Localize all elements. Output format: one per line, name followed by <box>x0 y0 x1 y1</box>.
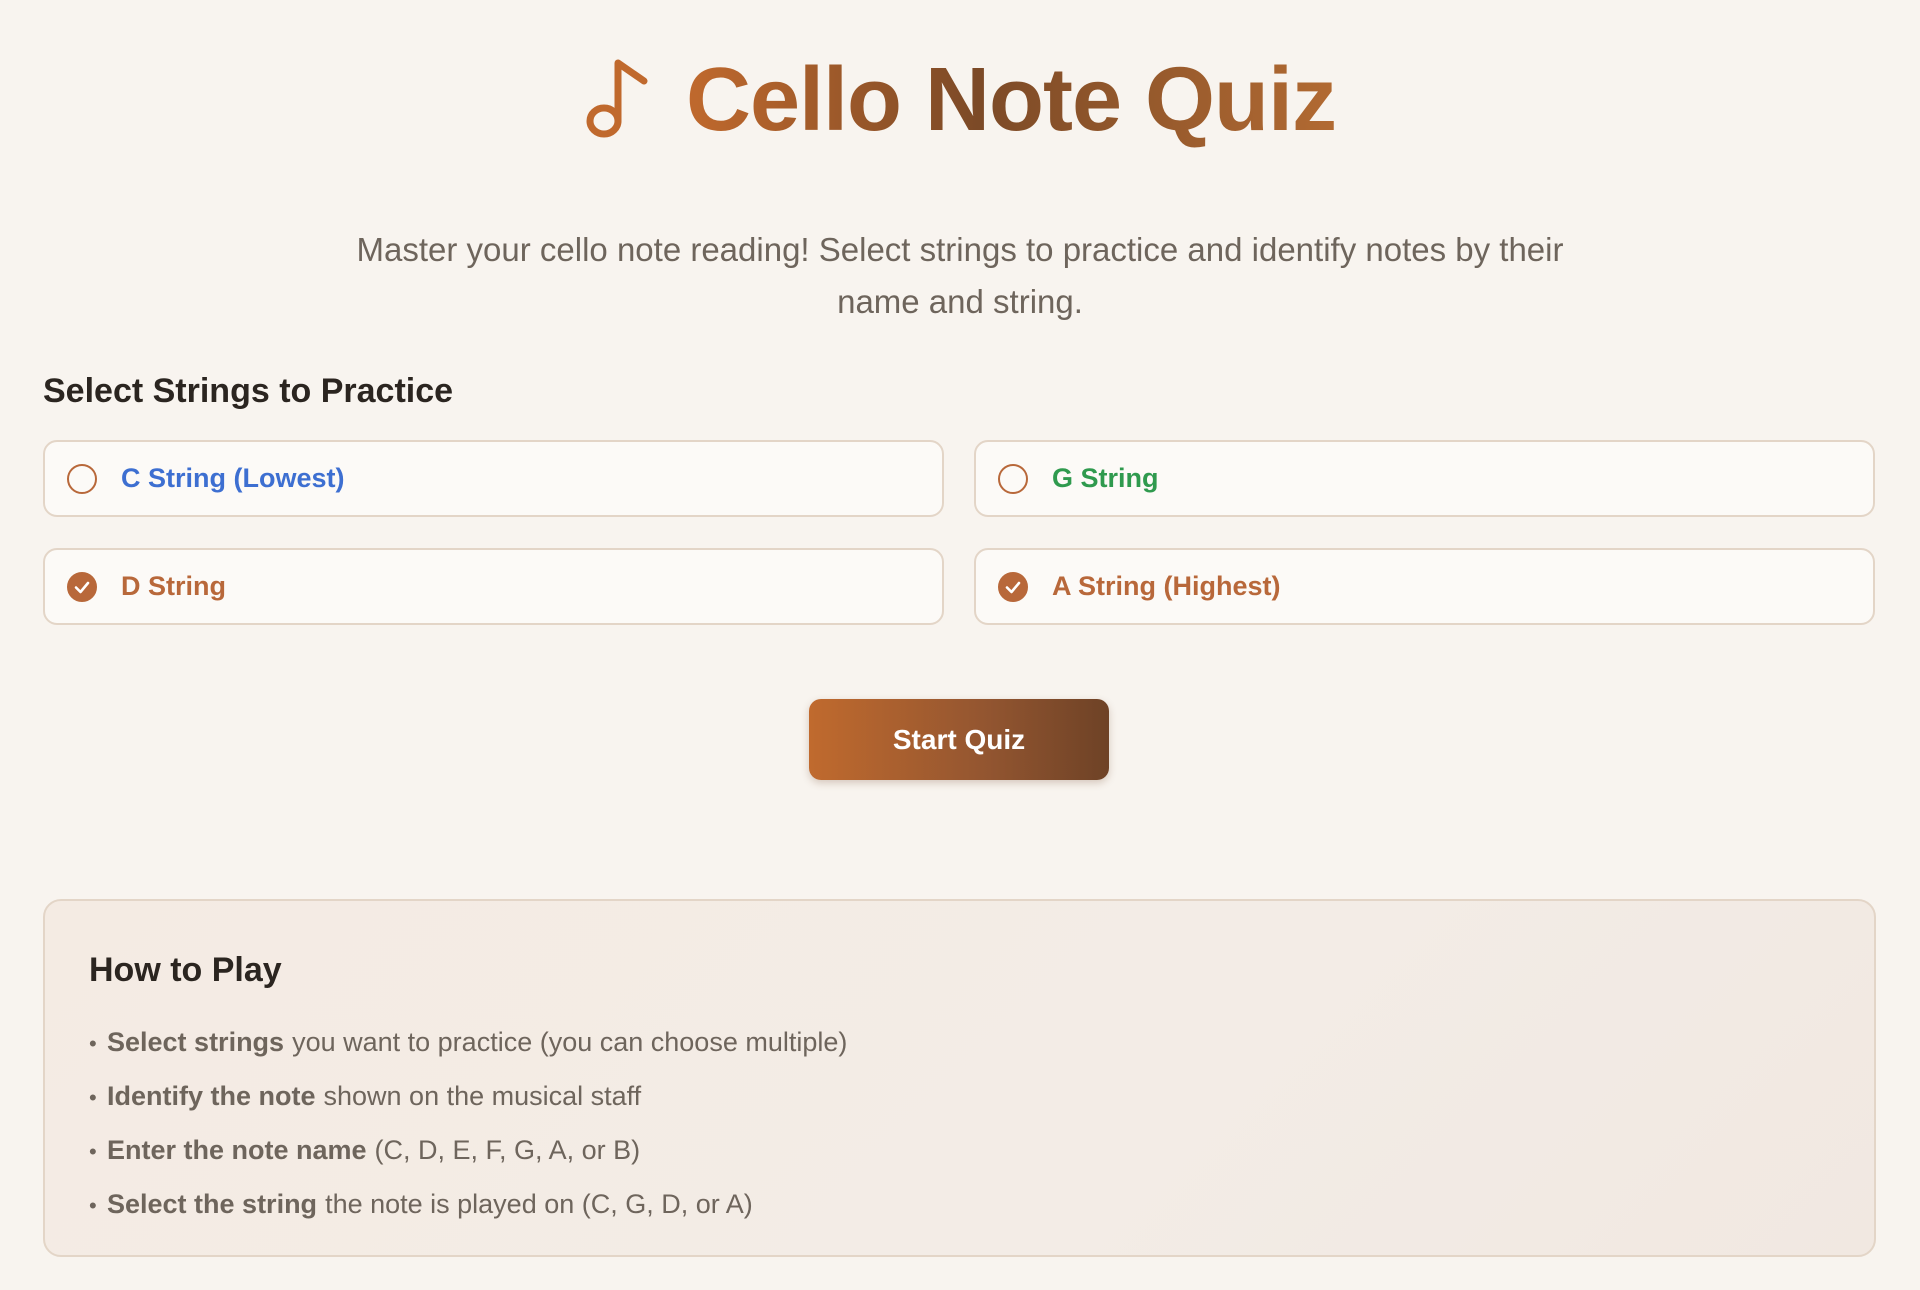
list-item-text: (C, D, E, F, G, A, or B) <box>374 1135 641 1165</box>
start-quiz-button[interactable]: Start Quiz <box>809 699 1109 780</box>
bullet-icon: • <box>89 1085 97 1110</box>
how-to-play-title: How to Play <box>89 951 282 989</box>
list-item: • Select strings you want to practice (y… <box>89 1016 1874 1070</box>
string-options-grid: C String (Lowest) G String D String A St… <box>43 440 1875 625</box>
list-item: • Enter the note name (C, D, E, F, G, A,… <box>89 1124 1874 1178</box>
page-subtitle: Master your cello note reading! Select s… <box>356 231 1564 320</box>
string-option-g[interactable]: G String <box>974 440 1875 517</box>
header: Cello Note Quiz Master your cello note r… <box>0 50 1920 328</box>
list-item-bold: Enter the note name <box>107 1135 367 1165</box>
list-item-bold: Select strings <box>107 1027 285 1057</box>
bullet-icon: • <box>89 1031 97 1056</box>
list-item: • Identify the note shown on the musical… <box>89 1070 1874 1124</box>
string-option-label: G String <box>1052 463 1159 493</box>
title-row: Cello Note Quiz <box>0 50 1920 150</box>
list-item-text: shown on the musical staff <box>323 1081 642 1111</box>
string-option-label: D String <box>121 571 226 601</box>
string-option-d[interactable]: D String <box>43 548 944 625</box>
bullet-icon: • <box>89 1139 97 1164</box>
unchecked-radio-icon[interactable] <box>998 463 1028 494</box>
string-option-label: C String (Lowest) <box>121 463 345 493</box>
page: Cello Note Quiz Master your cello note r… <box>0 0 1920 1290</box>
page-title: Cello Note Quiz <box>685 49 1337 150</box>
how-to-play-list: • Select strings you want to practice (y… <box>89 1016 1874 1232</box>
checked-radio-icon[interactable] <box>67 571 97 602</box>
how-to-play-panel: How to Play • Select strings you want to… <box>43 899 1876 1257</box>
list-item: • Select the string the note is played o… <box>89 1178 1874 1232</box>
music-note-icon <box>586 59 648 138</box>
bullet-icon: • <box>89 1193 97 1218</box>
unchecked-radio-icon[interactable] <box>67 463 97 494</box>
string-option-c[interactable]: C String (Lowest) <box>43 440 944 517</box>
list-item-bold: Select the string <box>107 1189 318 1219</box>
checkmark-icon <box>1005 581 1021 593</box>
list-item-bold: Identify the note <box>107 1081 316 1111</box>
checkmark-icon <box>74 581 90 593</box>
string-option-label: A String (Highest) <box>1052 571 1281 601</box>
string-option-a[interactable]: A String (Highest) <box>974 548 1875 625</box>
checked-radio-icon[interactable] <box>998 571 1028 602</box>
list-item-text: the note is played on (C, G, D, or A) <box>325 1189 753 1219</box>
list-item-text: you want to practice (you can choose mul… <box>292 1027 848 1057</box>
strings-section-title: Select Strings to Practice <box>43 372 454 410</box>
